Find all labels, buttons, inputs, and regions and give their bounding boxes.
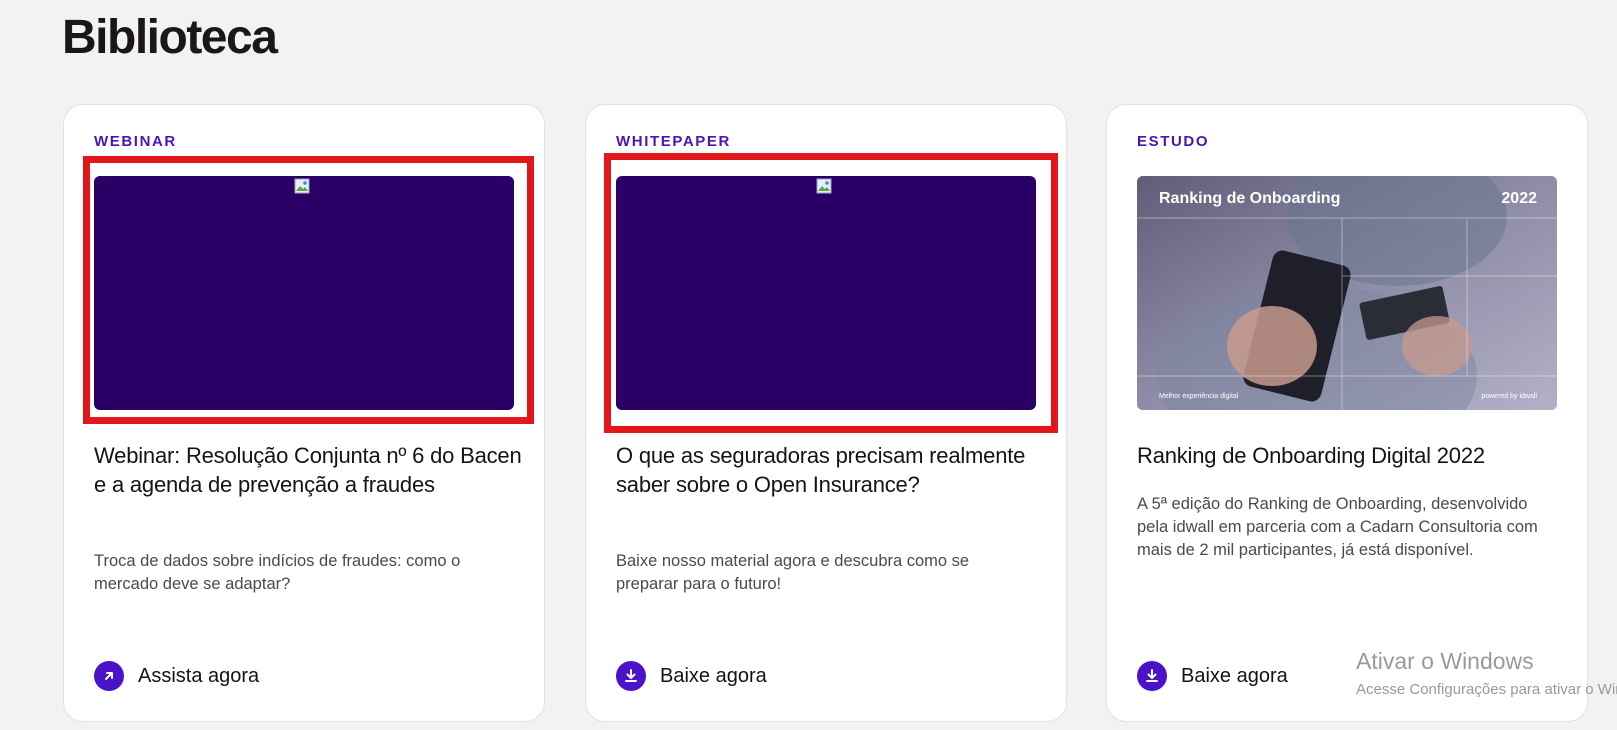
broken-image-icon <box>816 178 832 194</box>
download-icon <box>1137 661 1167 691</box>
download-now-link[interactable]: Baixe agora <box>616 661 767 691</box>
cta-label: Assista agora <box>138 664 260 687</box>
cover-powered-by: powered by idwall <box>1481 393 1537 400</box>
library-card-webinar[interactable]: WEBINAR Webinar: Resolução Conjunta nº 6… <box>63 104 545 722</box>
cta-label: Baixe agora <box>660 664 767 687</box>
cover-title: Ranking de Onboarding <box>1159 190 1341 207</box>
card-description: Baixe nosso material agora e descubra co… <box>616 552 970 593</box>
page-title: Biblioteca <box>62 11 278 64</box>
card-description: Troca de dados sobre indícios de fraudes… <box>94 552 461 593</box>
watch-now-link[interactable]: Assista agora <box>94 661 259 691</box>
library-page: Biblioteca WEBINAR Webinar: Resolução Co… <box>0 0 1617 730</box>
arrow-up-right-icon <box>94 661 124 691</box>
study-cover-image[interactable]: Ranking de Onboarding 2022 Melhor experi… <box>1137 176 1557 410</box>
cta-label: Baixe agora <box>1181 664 1288 687</box>
card-thumbnail[interactable] <box>616 176 1036 410</box>
card-description: A 5ª edição do Ranking de Onboarding, de… <box>1137 495 1538 559</box>
card-tag: WHITEPAPER <box>616 133 731 150</box>
library-card-whitepaper[interactable]: WHITEPAPER O que as seguradoras precisam… <box>585 104 1067 722</box>
download-icon <box>616 661 646 691</box>
library-card-study[interactable]: ESTUDO Ranking de Onboarding 2022 Melhor… <box>1106 104 1588 722</box>
card-title[interactable]: Webinar: Resolução Conjunta nº 6 do Bace… <box>94 441 524 499</box>
card-title[interactable]: Ranking de Onboarding Digital 2022 <box>1137 441 1567 470</box>
cover-year: 2022 <box>1501 190 1537 207</box>
download-now-link[interactable]: Baixe agora <box>1137 661 1288 691</box>
card-title[interactable]: O que as seguradoras precisam realmente … <box>616 441 1046 499</box>
broken-image-icon <box>294 178 310 194</box>
cover-illustration <box>1137 176 1557 410</box>
card-thumbnail[interactable] <box>94 176 514 410</box>
cover-footer-text: Melhor experiência digital <box>1159 393 1239 400</box>
card-tag: ESTUDO <box>1137 133 1210 150</box>
card-tag: WEBINAR <box>94 133 177 150</box>
